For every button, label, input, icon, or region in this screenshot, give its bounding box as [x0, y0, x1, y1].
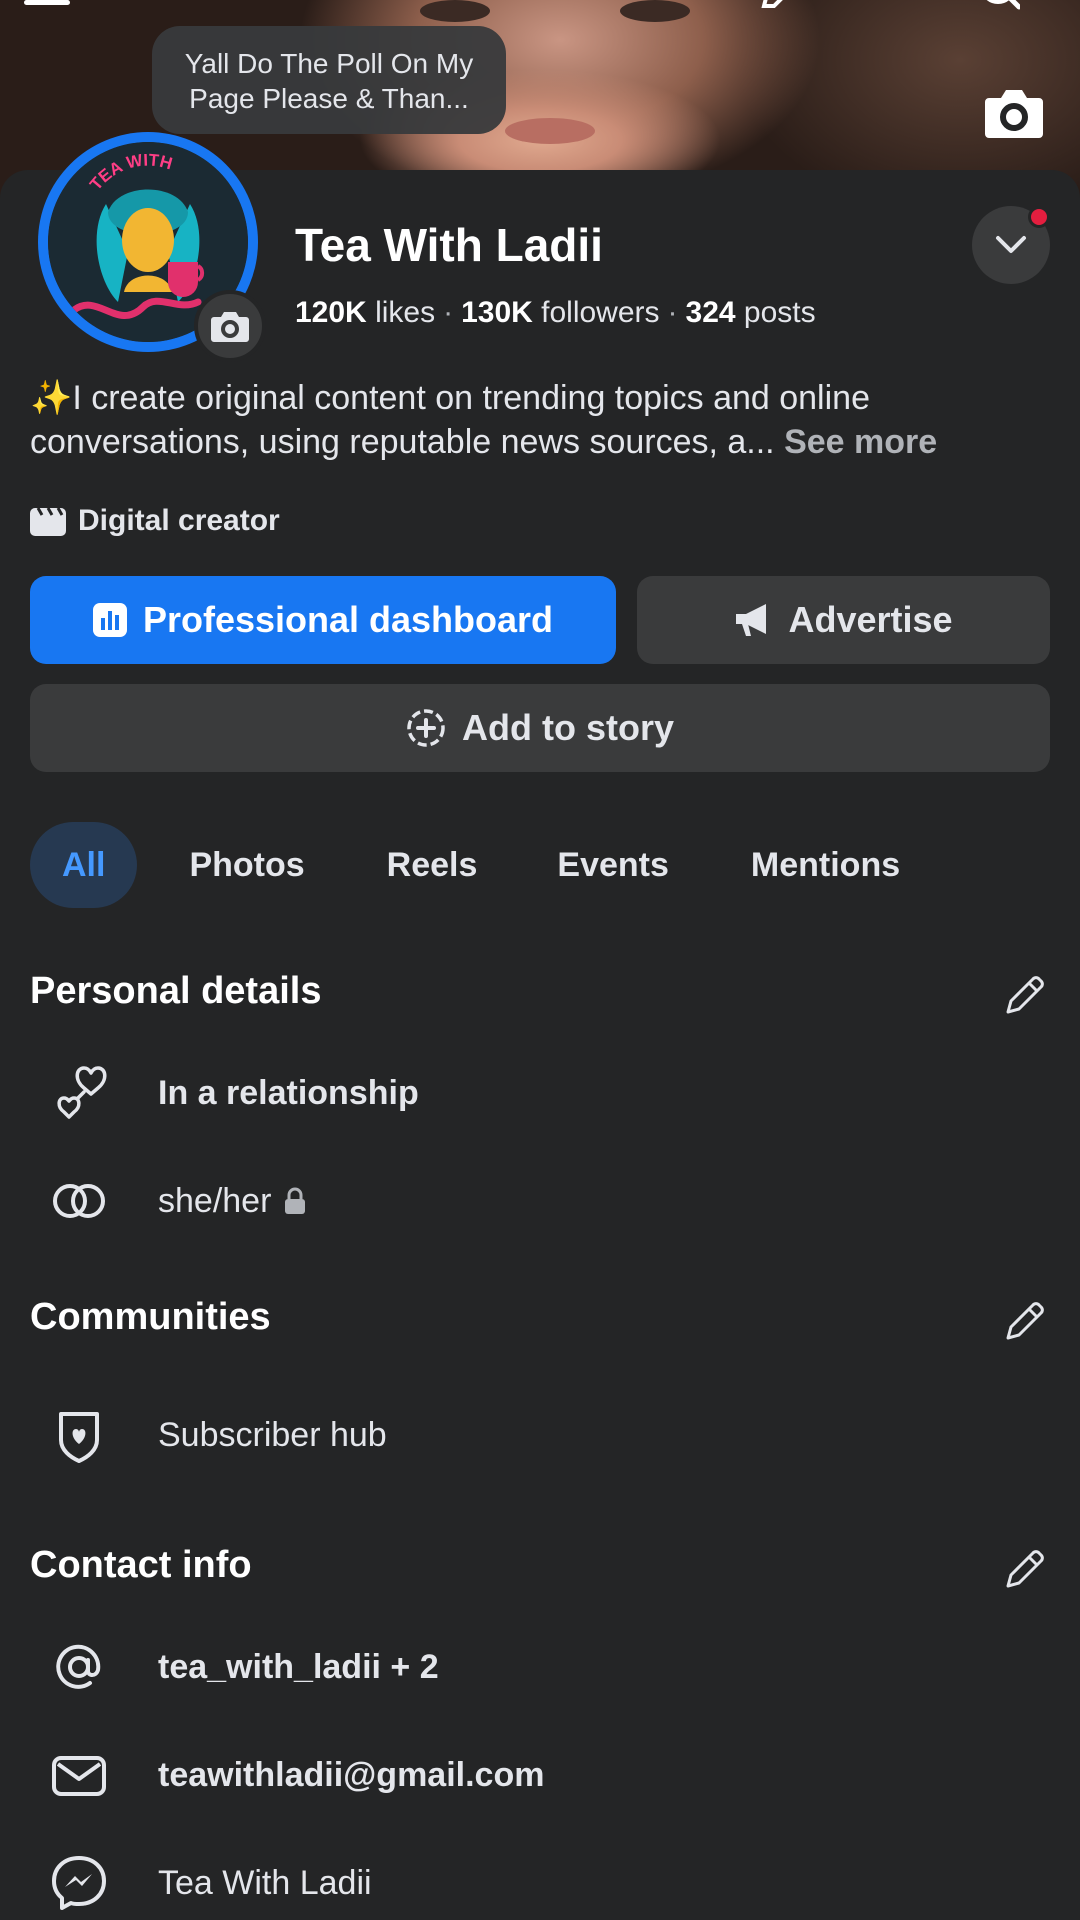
at-sign-icon [56, 1644, 101, 1689]
category-label: Digital creator [78, 504, 280, 537]
pencil-icon[interactable] [760, 0, 796, 10]
page-stats: 120K likes · 130K followers · 324 posts [295, 296, 816, 330]
mail-icon [52, 1756, 106, 1796]
likes-label: likes [375, 296, 436, 329]
followers-label[interactable]: followers [541, 296, 659, 329]
advertise-label: Advertise [788, 599, 953, 640]
stats-separator: · [443, 296, 454, 329]
shield-heart-icon [59, 1412, 99, 1463]
lock-icon [285, 1187, 306, 1214]
page-name: Tea With Ladii [295, 219, 603, 271]
bio-content: I create original content on trending to… [30, 379, 870, 461]
pronouns-row: she/her [48, 1170, 307, 1232]
avatar-camera-button[interactable] [194, 290, 266, 362]
tab-events[interactable]: Events [557, 822, 669, 908]
profile-note-text: Yall Do The Poll On My Page Please & Tha… [184, 48, 474, 114]
megaphone-icon [736, 604, 767, 636]
add-to-story-button[interactable]: Add to story [30, 684, 1050, 772]
see-more-link[interactable]: See more [784, 423, 937, 461]
pronouns-icon [53, 1184, 105, 1218]
professional-dashboard-button[interactable]: Professional dashboard [30, 576, 616, 664]
cover-camera-icon[interactable] [985, 86, 1043, 138]
menu-icon[interactable] [24, 0, 70, 5]
stats-separator: · [667, 296, 678, 329]
instagram-row[interactable]: tea_with_ladii + 2 [48, 1636, 439, 1698]
chart-icon [92, 603, 127, 637]
edit-contact-info-icon[interactable] [1002, 1546, 1048, 1592]
add-story-icon [407, 709, 445, 747]
profile-tabs: All Photos Reels Events Mentions [30, 822, 900, 908]
advertise-button[interactable]: Advertise [637, 576, 1050, 664]
profile-switcher-button[interactable] [972, 206, 1050, 284]
email-address: teawithladii@gmail.com [158, 1755, 545, 1794]
messenger-icon [52, 1856, 106, 1910]
cover-photo-detail [420, 0, 490, 22]
edit-personal-details-icon[interactable] [1002, 972, 1048, 1018]
cover-photo-detail [620, 0, 690, 22]
subscriber-hub-label: Subscriber hub [158, 1415, 387, 1454]
profile-note-bubble[interactable]: Yall Do The Poll On My Page Please & Tha… [152, 26, 506, 134]
followers-count[interactable]: 130K [461, 296, 533, 329]
chevron-down-icon [996, 236, 1026, 253]
tab-reels[interactable]: Reels [387, 822, 478, 908]
relationship-status: In a relationship [158, 1073, 419, 1112]
edit-communities-icon[interactable] [1002, 1298, 1048, 1344]
add-story-label: Add to story [462, 707, 674, 748]
page-category: Digital creator [30, 504, 280, 538]
cover-photo-detail [505, 118, 595, 144]
personal-details-title: Personal details [30, 970, 322, 1012]
messenger-name: Tea With Ladii [158, 1863, 372, 1902]
email-row[interactable]: teawithladii@gmail.com [48, 1744, 544, 1806]
posts-label: posts [743, 296, 816, 329]
dashboard-label: Professional dashboard [142, 599, 554, 640]
instagram-handle: tea_with_ladii + 2 [158, 1647, 439, 1686]
search-icon[interactable] [980, 0, 1020, 12]
pronouns-value: she/her [158, 1181, 272, 1220]
hearts-icon [57, 1066, 107, 1119]
messenger-row[interactable]: Tea With Ladii [48, 1852, 372, 1914]
bio-text: ✨I create original content on trending t… [30, 376, 1060, 464]
notification-dot [1028, 206, 1050, 228]
camera-icon [211, 312, 249, 342]
communities-title: Communities [30, 1296, 271, 1338]
contact-info-title: Contact info [30, 1544, 252, 1586]
tab-mentions[interactable]: Mentions [751, 822, 900, 908]
posts-count: 324 [685, 296, 736, 329]
tab-all[interactable]: All [30, 822, 138, 908]
clapperboard-icon [30, 507, 66, 536]
likes-count: 120K [295, 296, 367, 329]
relationship-row: In a relationship [48, 1062, 419, 1124]
tab-photos[interactable]: Photos [189, 822, 304, 908]
sparkles-emoji: ✨ [30, 379, 73, 417]
subscriber-hub-row[interactable]: Subscriber hub [48, 1404, 387, 1466]
